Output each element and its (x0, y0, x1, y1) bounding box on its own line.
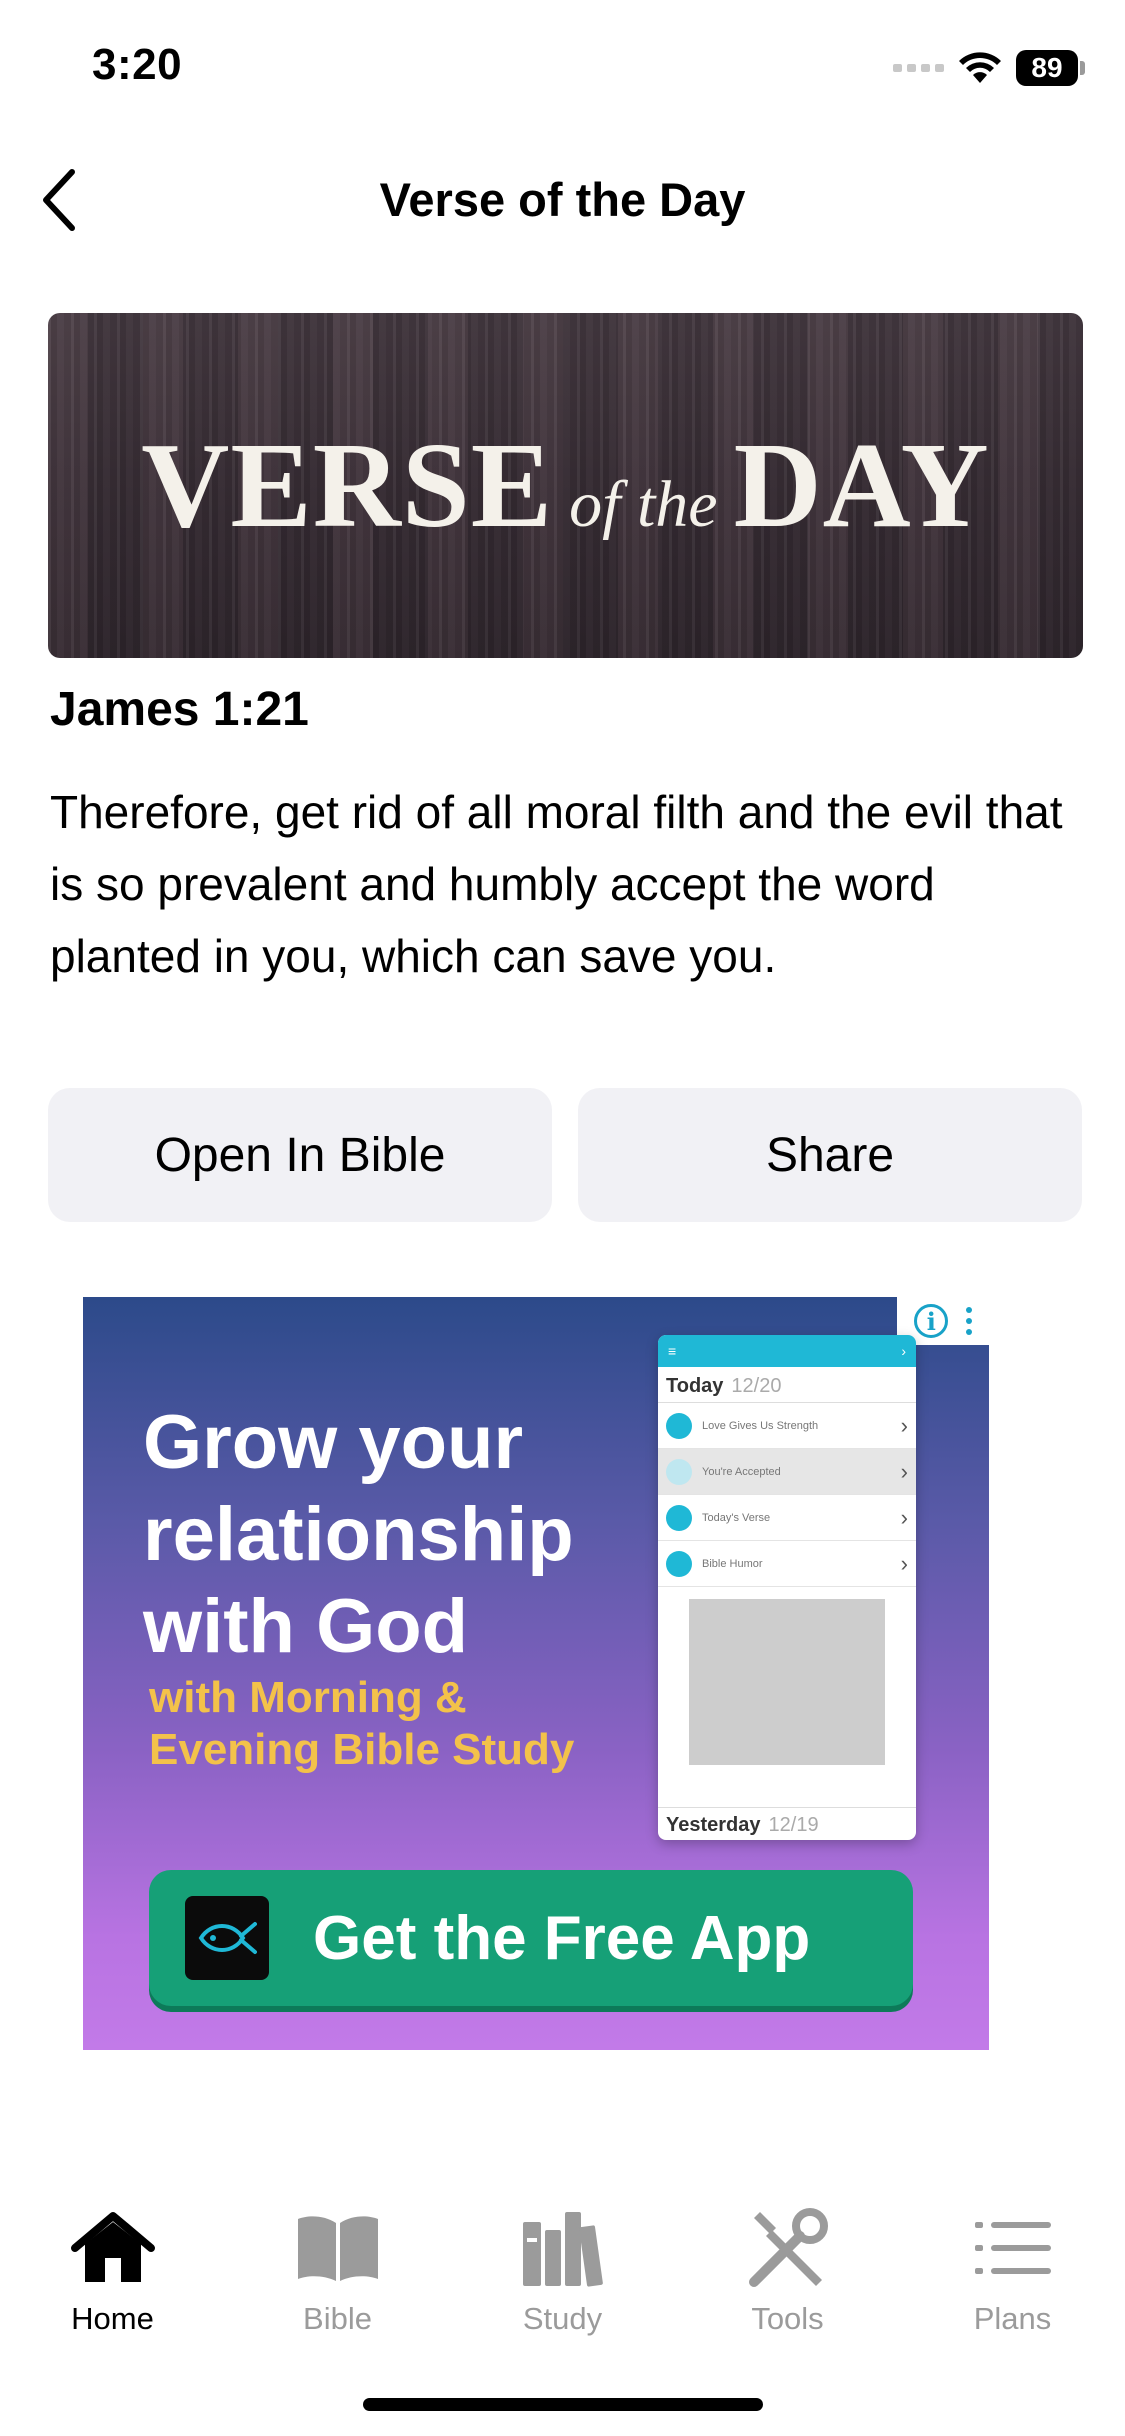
navigation-bar: Verse of the Day (0, 150, 1125, 250)
ad-phone-row: Love Gives Us Strength › (658, 1403, 916, 1449)
tab-label: Plans (973, 2301, 1052, 2336)
ad-headline-line: relationship (143, 1492, 574, 1577)
tab-bible[interactable]: Bible (225, 2185, 450, 2355)
tab-label: Home (71, 2301, 154, 2336)
tools-icon (743, 2203, 833, 2293)
ad-phone-mockup: ≡ › Today 12/20 Love Gives Us Strength › … (658, 1335, 916, 1840)
wifi-icon (958, 51, 1002, 85)
menu-icon: ≡ (668, 1343, 677, 1359)
ad-phone-today-date: 12/20 (731, 1375, 782, 1397)
cellular-signal-icon (893, 64, 944, 72)
verse-of-the-day-screen: 3:20 89 Verse of the Day VERSE of the DA… (0, 0, 1125, 2436)
ad-phone-row: You're Accepted › (658, 1449, 916, 1495)
status-icons: 89 (893, 50, 1085, 86)
verse-of-the-day-banner: VERSE of the DAY (48, 313, 1083, 658)
info-icon: i (914, 1304, 949, 1338)
list-icon (968, 2203, 1058, 2293)
ad-phone-today-header: Today 12/20 (658, 1367, 916, 1403)
battery-level: 89 (1016, 50, 1078, 86)
tab-label: Bible (303, 2301, 372, 2336)
chevron-right-icon: › (900, 1458, 908, 1484)
tab-bar: Home Bible Study Tools Plans (0, 2185, 1125, 2355)
books-icon (518, 2203, 608, 2293)
tab-label: Study (522, 2301, 603, 2336)
tab-home[interactable]: Home (0, 2185, 225, 2355)
status-time: 3:20 (92, 40, 183, 89)
fish-logo-icon (185, 1896, 269, 1980)
ad-phone-yesterday-date: 12/19 (768, 1814, 819, 1836)
battery-icon: 89 (1016, 50, 1085, 86)
tab-study[interactable]: Study (450, 2185, 675, 2355)
home-indicator[interactable] (363, 2398, 763, 2411)
verse-text: Therefore, get rid of all moral filth an… (50, 786, 1063, 982)
ad-phone-row-label: Today's Verse (702, 1511, 771, 1524)
share-button[interactable]: Share (578, 1088, 1082, 1222)
ad-subheadline-line: Evening Bible Study (149, 1725, 575, 1774)
get-free-app-button[interactable]: Get the Free App (149, 1870, 913, 2006)
ad-phone-row-label: You're Accepted (702, 1465, 781, 1478)
ad-headline-line: Grow your (143, 1400, 524, 1485)
avatar (666, 1550, 692, 1577)
page-title: Verse of the Day (379, 173, 746, 226)
verse-reference: James 1:21 (50, 683, 309, 736)
tab-tools[interactable]: Tools (675, 2185, 900, 2355)
ad-phone-row: Today's Verse › (658, 1495, 916, 1541)
avatar (666, 1458, 692, 1485)
get-free-app-label: Get the Free App (313, 1903, 811, 1973)
chevron-right-icon: › (901, 1343, 906, 1359)
ad-phone-yesterday-label: Yesterday (666, 1814, 761, 1836)
status-bar: 3:20 89 (0, 0, 1125, 140)
banner-word-verse: VERSE (141, 417, 554, 553)
ad-subheadline-line: with Morning & (149, 1673, 467, 1722)
chevron-right-icon: › (900, 1412, 908, 1438)
chevron-right-icon: › (900, 1550, 908, 1576)
banner-logo-text: VERSE of the DAY (141, 416, 989, 556)
banner-word-of-the: of the (569, 467, 718, 541)
book-icon (293, 2203, 383, 2293)
ad-headline-line: with God (143, 1584, 469, 1669)
ad-phone-today-label: Today (666, 1375, 724, 1397)
ad-subheadline: with Morning & Evening Bible Study (149, 1672, 574, 1776)
avatar (666, 1504, 692, 1531)
open-in-bible-button[interactable]: Open In Bible (48, 1088, 552, 1222)
banner-word-day: DAY (733, 417, 990, 553)
ad-phone-image-placeholder (689, 1599, 885, 1765)
ad-phone-row-label: Bible Humor (702, 1557, 763, 1570)
ad-phone-header: ≡ › (658, 1335, 916, 1367)
ad-phone-row: Bible Humor › (658, 1541, 916, 1587)
house-icon (68, 2203, 158, 2293)
advertisement[interactable]: i Grow your relationship with God with M… (83, 1297, 989, 2050)
more-options-icon (965, 1307, 972, 1335)
avatar (666, 1412, 692, 1439)
ad-headline: Grow your relationship with God (143, 1397, 574, 1673)
ad-phone-yesterday-header: Yesterday 12/19 (658, 1807, 916, 1840)
ad-phone-row-label: Love Gives Us Strength (702, 1419, 819, 1432)
chevron-right-icon: › (900, 1504, 908, 1530)
tab-label: Tools (751, 2301, 824, 2336)
tab-plans[interactable]: Plans (900, 2185, 1125, 2355)
